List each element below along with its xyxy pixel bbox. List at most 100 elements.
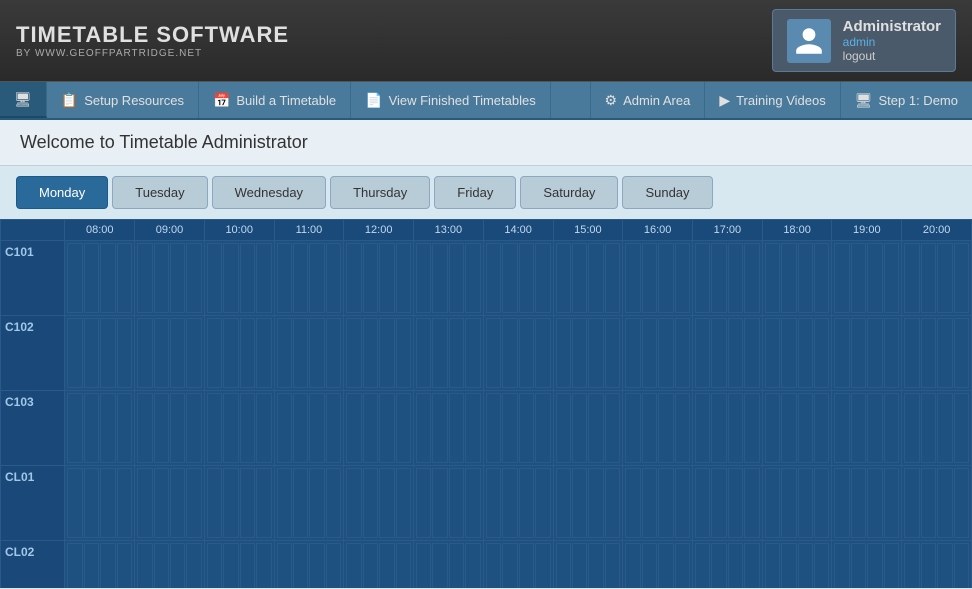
cell-CL01-1400[interactable] (483, 466, 553, 541)
cell-C102-0800[interactable] (65, 316, 135, 391)
nav-admin-area[interactable]: ⚙ Admin Area (590, 82, 705, 118)
table-row: C102 (1, 316, 972, 391)
cell-C103-1200[interactable] (344, 391, 414, 466)
cell-CL02-1300[interactable] (414, 541, 484, 589)
cell-CL02-1800[interactable] (762, 541, 832, 589)
cell-C102-1400[interactable] (483, 316, 553, 391)
cell-CL01-1200[interactable] (344, 466, 414, 541)
nav-view-timetables[interactable]: 📄 View Finished Timetables (351, 82, 551, 118)
cell-C102-1000[interactable] (204, 316, 274, 391)
app-subtitle: BY WWW.GEOFFPARTRIDGE.NET (16, 48, 289, 59)
cell-CL02-1200[interactable] (344, 541, 414, 589)
cell-C101-1100[interactable] (274, 241, 344, 316)
user-name: Administrator (843, 18, 941, 35)
day-btn-monday[interactable]: Monday (16, 176, 108, 209)
user-login-link[interactable]: admin (843, 35, 941, 49)
cell-C102-1900[interactable] (832, 316, 902, 391)
user-logout-link[interactable]: logout (843, 49, 941, 63)
cell-C103-1300[interactable] (414, 391, 484, 466)
cell-C102-0900[interactable] (135, 316, 205, 391)
cell-CL02-1700[interactable] (692, 541, 762, 589)
cell-C103-1000[interactable] (204, 391, 274, 466)
cell-CL01-1000[interactable] (204, 466, 274, 541)
cell-C103-1800[interactable] (762, 391, 832, 466)
cell-C103-1100[interactable] (274, 391, 344, 466)
welcome-bar: Welcome to Timetable Administrator (0, 120, 972, 166)
day-btn-thursday[interactable]: Thursday (330, 176, 430, 209)
room-label-c101: C101 (1, 241, 65, 316)
cell-C101-1200[interactable] (344, 241, 414, 316)
day-btn-tuesday[interactable]: Tuesday (112, 176, 207, 209)
cell-C103-1700[interactable] (692, 391, 762, 466)
cell-CL01-1700[interactable] (692, 466, 762, 541)
time-header-1700: 17:00 (692, 220, 762, 241)
cell-C102-1500[interactable] (553, 316, 623, 391)
cell-C102-1200[interactable] (344, 316, 414, 391)
cell-C103-0900[interactable] (135, 391, 205, 466)
cell-C103-1500[interactable] (553, 391, 623, 466)
cell-CL02-1100[interactable] (274, 541, 344, 589)
cell-C101-1000[interactable] (204, 241, 274, 316)
cell-C102-1800[interactable] (762, 316, 832, 391)
cell-CL01-1300[interactable] (414, 466, 484, 541)
cell-CL02-1000[interactable] (204, 541, 274, 589)
cell-CL02-0800[interactable] (65, 541, 135, 589)
cell-CL01-1500[interactable] (553, 466, 623, 541)
cell-CL01-2000[interactable] (902, 466, 972, 541)
cell-CL02-1400[interactable] (483, 541, 553, 589)
user-panel: Administrator admin logout (772, 9, 956, 72)
cell-CL01-1600[interactable] (623, 466, 693, 541)
cell-C101-0900[interactable] (135, 241, 205, 316)
cell-C101-1700[interactable] (692, 241, 762, 316)
nav-setup-resources[interactable]: 📋 Setup Resources (47, 82, 199, 118)
room-col-header (1, 220, 65, 241)
cell-C101-1800[interactable] (762, 241, 832, 316)
clipboard-icon: 📋 (61, 92, 78, 109)
cell-CL01-1900[interactable] (832, 466, 902, 541)
nav-admin-area-label: Admin Area (623, 93, 690, 108)
cell-C103-1400[interactable] (483, 391, 553, 466)
day-btn-saturday[interactable]: Saturday (520, 176, 618, 209)
cell-C103-1900[interactable] (832, 391, 902, 466)
cell-C101-1900[interactable] (832, 241, 902, 316)
cell-C103-0800[interactable] (65, 391, 135, 466)
cell-C101-1600[interactable] (623, 241, 693, 316)
app-title: TIMETABLE SOFTWARE (16, 22, 289, 48)
cell-C101-1300[interactable] (414, 241, 484, 316)
cell-C102-1700[interactable] (692, 316, 762, 391)
cell-C102-1600[interactable] (623, 316, 693, 391)
monitor-icon: 🖥 (14, 91, 32, 108)
cell-C102-1100[interactable] (274, 316, 344, 391)
cell-CL01-0800[interactable] (65, 466, 135, 541)
room-label-c103: C103 (1, 391, 65, 466)
nav-home[interactable]: 🖥 (0, 82, 47, 118)
cell-C101-1400[interactable] (483, 241, 553, 316)
cell-CL01-0900[interactable] (135, 466, 205, 541)
cell-CL02-1500[interactable] (553, 541, 623, 589)
cell-CL01-1100[interactable] (274, 466, 344, 541)
cell-CL01-1800[interactable] (762, 466, 832, 541)
nav-build-timetable[interactable]: 📅 Build a Timetable (199, 82, 351, 118)
day-btn-friday[interactable]: Friday (434, 176, 516, 209)
cell-CL02-1600[interactable] (623, 541, 693, 589)
day-btn-wednesday[interactable]: Wednesday (212, 176, 326, 209)
time-header-1100: 11:00 (274, 220, 344, 241)
cell-C101-2000[interactable] (902, 241, 972, 316)
timetable-container[interactable]: 08:0009:0010:0011:0012:0013:0014:0015:00… (0, 219, 972, 588)
nav-build-timetable-label: Build a Timetable (236, 93, 336, 108)
main-nav: 🖥 📋 Setup Resources 📅 Build a Timetable … (0, 82, 972, 120)
cell-C103-2000[interactable] (902, 391, 972, 466)
cell-CL02-0900[interactable] (135, 541, 205, 589)
cell-C102-2000[interactable] (902, 316, 972, 391)
cell-CL02-1900[interactable] (832, 541, 902, 589)
cell-CL02-2000[interactable] (902, 541, 972, 589)
time-header-1400: 14:00 (483, 220, 553, 241)
cell-C101-1500[interactable] (553, 241, 623, 316)
time-header-1000: 10:00 (204, 220, 274, 241)
day-btn-sunday[interactable]: Sunday (622, 176, 712, 209)
cell-C101-0800[interactable] (65, 241, 135, 316)
nav-step1-demo[interactable]: 🖥 Step 1: Demo (840, 82, 972, 118)
cell-C102-1300[interactable] (414, 316, 484, 391)
nav-training-videos[interactable]: ▶ Training Videos (704, 82, 839, 118)
cell-C103-1600[interactable] (623, 391, 693, 466)
